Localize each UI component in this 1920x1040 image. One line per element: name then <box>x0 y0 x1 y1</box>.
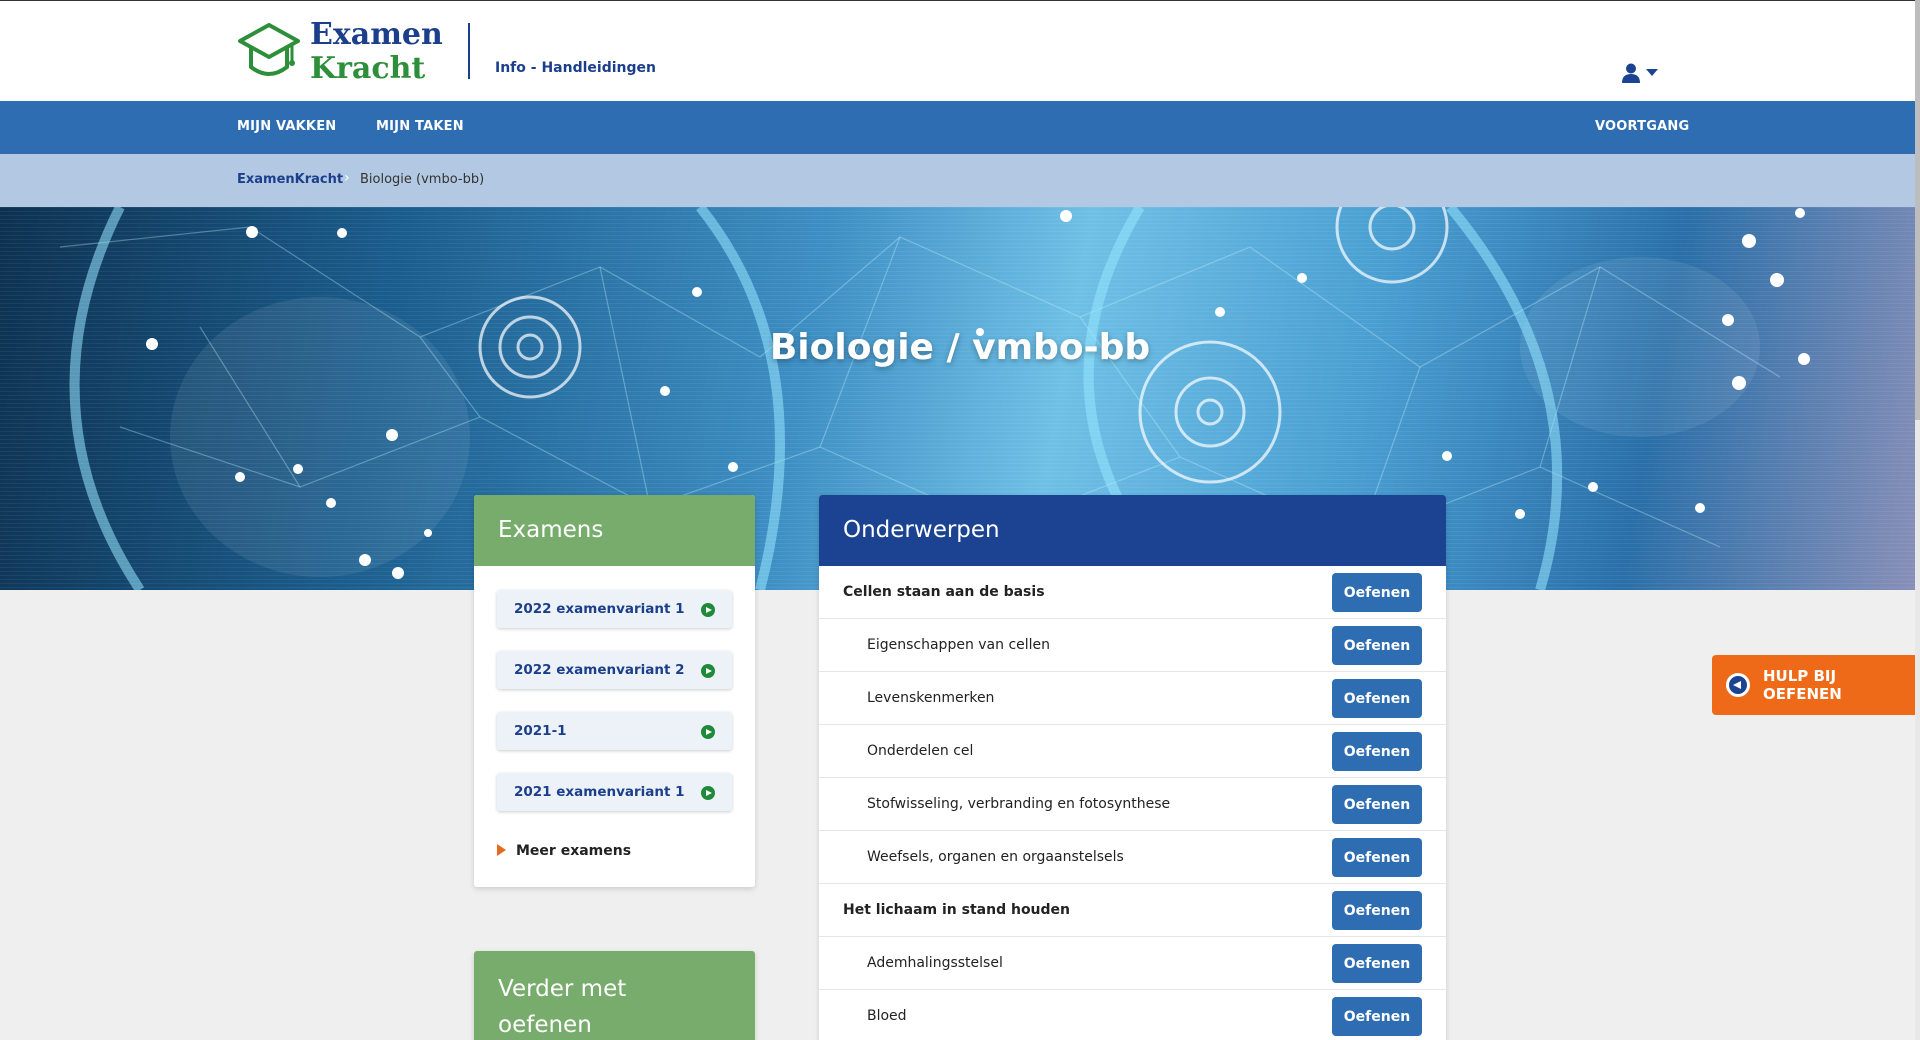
graduation-cap-logo-icon <box>238 23 300 76</box>
triangle-right-icon <box>497 844 506 856</box>
topic-label: Onderdelen cel <box>867 743 974 759</box>
topic-label: Ademhalingsstelsel <box>867 955 1003 971</box>
examens-card: Examens 2022 examenvariant 1 2022 examen… <box>474 495 755 887</box>
logo-text: Examen Kracht <box>310 18 443 86</box>
header-divider <box>468 23 470 79</box>
nav-mijn-vakken[interactable]: MIJN VAKKEN <box>237 119 336 134</box>
examenkracht-logo[interactable]: Examen Kracht <box>236 18 443 86</box>
exam-item-label: 2022 examenvariant 2 <box>514 662 685 678</box>
chevron-right-icon: › <box>344 170 350 186</box>
exam-item[interactable]: 2021-1 <box>497 712 732 750</box>
oefenen-button[interactable]: Oefenen <box>1332 838 1422 877</box>
topic-label: Levenskenmerken <box>867 690 995 706</box>
topic-label: Cellen staan aan de basis <box>843 584 1045 600</box>
info-handleidingen-link[interactable]: Info - Handleidingen <box>495 60 656 76</box>
verder-title-line-2: oefenen <box>498 1012 592 1038</box>
breadcrumb: ExamenKracht › Biologie (vmbo-bb) <box>0 154 1920 207</box>
topic-label: Het lichaam in stand houden <box>843 902 1071 918</box>
oefenen-button[interactable]: Oefenen <box>1332 785 1422 824</box>
verder-title: Verder met oefenen <box>474 951 755 1040</box>
topic-label: Stofwisseling, verbranding en fotosynthe… <box>867 796 1171 812</box>
oefenen-button[interactable]: Oefenen <box>1332 626 1422 665</box>
exam-item[interactable]: 2022 examenvariant 2 <box>497 651 732 689</box>
oefenen-button[interactable]: Oefenen <box>1332 732 1422 771</box>
topic-row: Weefsels, organen en orgaanstelsels Oefe… <box>819 831 1446 884</box>
play-circle-icon <box>701 725 715 739</box>
hulp-bij-oefenen-label: HULP BIJ OEFENEN <box>1762 667 1842 703</box>
exam-item-label: 2021 examenvariant 1 <box>514 784 685 800</box>
exam-item-label: 2021-1 <box>514 723 567 739</box>
play-circle-icon <box>701 786 715 800</box>
verder-title-line-1: Verder met <box>498 976 627 1002</box>
user-menu[interactable] <box>1622 63 1658 83</box>
topic-row: Eigenschappen van cellen Oefenen <box>819 619 1446 672</box>
arrow-left-circle-icon <box>1726 673 1750 697</box>
examens-title: Examens <box>474 495 755 566</box>
oefenen-button[interactable]: Oefenen <box>1332 679 1422 718</box>
nav-mijn-taken[interactable]: MIJN TAKEN <box>376 119 464 134</box>
verder-met-oefenen-card: Verder met oefenen <box>474 951 755 1040</box>
meer-examens-link[interactable]: Meer examens <box>497 843 631 859</box>
oefenen-button[interactable]: Oefenen <box>1332 573 1422 612</box>
caret-down-icon <box>1646 69 1658 76</box>
play-circle-icon <box>701 603 715 617</box>
scrollbar-thumb[interactable] <box>1915 0 1920 420</box>
topic-row: Stofwisseling, verbranding en fotosynthe… <box>819 778 1446 831</box>
logo-line-1: Examen <box>310 17 443 52</box>
breadcrumb-home[interactable]: ExamenKracht <box>237 172 343 187</box>
topic-row: Cellen staan aan de basis Oefenen <box>819 566 1446 619</box>
topic-label: Bloed <box>867 1008 907 1024</box>
exam-item-label: 2022 examenvariant 1 <box>514 601 685 617</box>
user-icon <box>1622 63 1640 83</box>
topic-row: Bloed Oefenen <box>819 990 1446 1040</box>
onderwerpen-title: Onderwerpen <box>819 495 1446 566</box>
oefenen-button[interactable]: Oefenen <box>1332 997 1422 1036</box>
exam-item[interactable]: 2022 examenvariant 1 <box>497 590 732 628</box>
topic-row: Onderdelen cel Oefenen <box>819 725 1446 778</box>
exam-item[interactable]: 2021 examenvariant 1 <box>497 773 732 811</box>
play-circle-icon <box>701 664 715 678</box>
nav-voortgang[interactable]: VOORTGANG <box>1595 119 1689 134</box>
breadcrumb-current: Biologie (vmbo-bb) <box>360 172 485 187</box>
meer-examens-label: Meer examens <box>516 843 632 859</box>
page-title: Biologie / vmbo-bb <box>769 327 1151 368</box>
topic-row: Het lichaam in stand houden Oefenen <box>819 884 1446 937</box>
oefenen-button[interactable]: Oefenen <box>1332 944 1422 983</box>
topic-label: Eigenschappen van cellen <box>867 637 1051 653</box>
onderwerpen-card: Onderwerpen Cellen staan aan de basis Oe… <box>819 495 1446 1040</box>
topic-row: Ademhalingsstelsel Oefenen <box>819 937 1446 990</box>
main-nav: MIJN VAKKEN MIJN TAKEN VOORTGANG <box>0 101 1920 154</box>
topic-label: Weefsels, organen en orgaanstelsels <box>867 849 1124 865</box>
oefenen-button[interactable]: Oefenen <box>1332 891 1422 930</box>
topic-row: Levenskenmerken Oefenen <box>819 672 1446 725</box>
logo-line-2: Kracht <box>310 51 426 86</box>
hulp-bij-oefenen-tab[interactable]: HULP BIJ OEFENEN <box>1712 655 1920 715</box>
top-header: Examen Kracht Info - Handleidingen <box>0 0 1920 101</box>
